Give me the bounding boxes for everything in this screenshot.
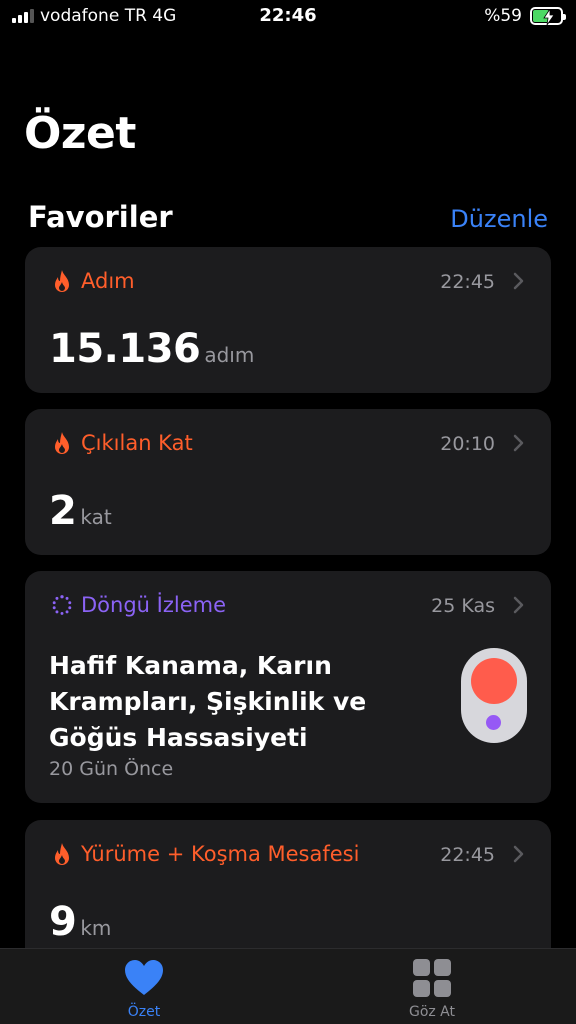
tab-bar: Özet Göz At xyxy=(0,948,576,1024)
tab-browse-label: Göz At xyxy=(408,1004,456,1020)
tab-summary[interactable]: Özet xyxy=(84,959,204,1020)
distance-card-title: Yürüme + Koşma Mesafesi xyxy=(81,842,360,866)
cycle-tracking-icon xyxy=(51,592,73,618)
floors-card-header: Çıkılan Kat xyxy=(51,428,193,458)
status-bar: vodafone TR 4G 22:46 %59 xyxy=(0,0,576,34)
floors-card-time: 20:10 xyxy=(440,433,495,455)
flame-icon xyxy=(51,841,73,867)
chevron-right-icon xyxy=(513,596,524,614)
floors-unit: kat xyxy=(80,505,112,529)
charging-bolt-icon xyxy=(543,9,555,25)
cycle-symptoms: Hafif Kanama, Karın Krampları, Şişkinlik… xyxy=(49,651,367,752)
cycle-card-header: Döngü İzleme xyxy=(51,590,226,620)
distance-value-row: 9 km xyxy=(49,899,111,945)
cycle-time-ago: 20 Gün Önce xyxy=(49,758,174,780)
chevron-right-icon xyxy=(513,434,524,452)
steps-value: 15.136 xyxy=(49,326,201,372)
cycle-tracking-card[interactable]: Döngü İzleme 25 Kas Hafif Kanama, Karın … xyxy=(25,571,551,803)
distance-unit: km xyxy=(80,916,112,940)
cycle-card-title: Döngü İzleme xyxy=(81,593,226,617)
floors-value-row: 2 kat xyxy=(49,488,112,534)
steps-card-title: Adım xyxy=(81,269,135,293)
flame-icon xyxy=(51,430,73,456)
chevron-right-icon xyxy=(513,845,524,863)
distance-card[interactable]: Yürüme + Koşma Mesafesi 22:45 9 km xyxy=(25,820,551,966)
chevron-right-icon xyxy=(513,272,524,290)
battery-percent: %59 xyxy=(484,6,522,26)
cycle-indicator-widget xyxy=(461,648,527,743)
cycle-card-date: 25 Kas xyxy=(431,595,495,617)
tab-summary-label: Özet xyxy=(127,1004,161,1020)
floors-card-title: Çıkılan Kat xyxy=(81,431,193,455)
tab-browse[interactable]: Göz At xyxy=(372,959,492,1020)
page-title: Özet xyxy=(24,108,136,159)
favorites-section-title: Favoriler xyxy=(28,200,173,234)
steps-card[interactable]: Adım 22:45 15.136 adım xyxy=(25,247,551,393)
distance-card-header: Yürüme + Koşma Mesafesi xyxy=(51,839,359,869)
flame-icon xyxy=(51,268,73,294)
heart-icon xyxy=(125,960,163,995)
period-dot xyxy=(471,658,517,704)
steps-card-time: 22:45 xyxy=(440,271,495,293)
edit-favorites-button[interactable]: Düzenle xyxy=(450,205,548,233)
floors-card[interactable]: Çıkılan Kat 20:10 2 kat xyxy=(25,409,551,555)
steps-unit: adım xyxy=(204,343,255,367)
battery-icon xyxy=(530,7,566,25)
grid-icon xyxy=(413,959,451,997)
distance-value: 9 xyxy=(49,899,77,945)
distance-card-time: 22:45 xyxy=(440,844,495,866)
steps-card-header: Adım xyxy=(51,266,135,296)
floors-value: 2 xyxy=(49,488,77,534)
symptom-dot xyxy=(486,715,501,730)
steps-value-row: 15.136 adım xyxy=(49,326,254,372)
